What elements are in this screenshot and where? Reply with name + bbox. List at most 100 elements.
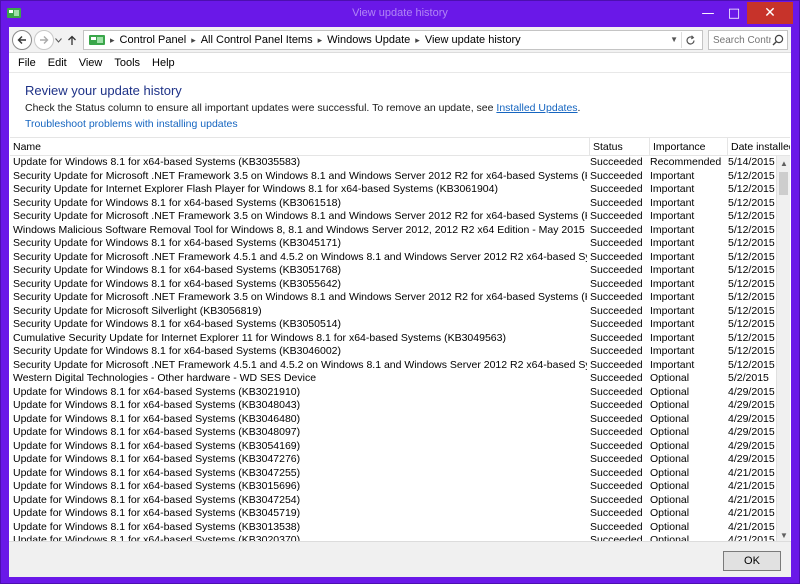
update-importance: Optional <box>650 412 690 425</box>
column-header-status[interactable]: Status <box>590 138 650 156</box>
breadcrumb-control-panel[interactable]: Control Panel <box>120 34 187 46</box>
search-input[interactable] <box>709 31 771 49</box>
update-status: Succeeded <box>590 345 643 357</box>
table-row[interactable]: Security Update for Internet Explorer Fl… <box>10 183 776 197</box>
table-row[interactable]: Western Digital Technologies - Other har… <box>10 372 776 386</box>
table-row[interactable]: Security Update for Windows 8.1 for x64-… <box>10 345 776 359</box>
update-name: Update for Windows 8.1 for x64-based Sys… <box>13 534 301 541</box>
update-name: Update for Windows 8.1 for x64-based Sys… <box>13 412 301 425</box>
menu-edit[interactable]: Edit <box>42 57 73 69</box>
update-name: Update for Windows 8.1 for x64-based Sys… <box>13 493 301 506</box>
update-importance: Important <box>650 331 695 344</box>
table-row[interactable]: Update for Windows 8.1 for x64-based Sys… <box>10 426 776 440</box>
list-rows: Update for Windows 8.1 for x64-based Sys… <box>10 156 776 541</box>
update-date: 4/21/2015 <box>728 480 775 492</box>
table-row[interactable]: Security Update for Microsoft .NET Frame… <box>10 359 776 373</box>
table-row[interactable]: Update for Windows 8.1 for x64-based Sys… <box>10 480 776 494</box>
troubleshoot-link[interactable]: Troubleshoot problems with installing up… <box>25 118 238 130</box>
update-status: Succeeded <box>590 169 643 182</box>
update-importance: Recommended <box>650 156 722 168</box>
update-history-list: Name Status Importance Date installed Up… <box>10 137 790 541</box>
table-row[interactable]: Security Update for Microsoft Silverligh… <box>10 305 776 319</box>
scroll-down-arrow-icon[interactable]: ▼ <box>777 528 790 541</box>
table-row[interactable]: Security Update for Microsoft .NET Frame… <box>10 210 776 224</box>
search-box[interactable] <box>708 30 788 50</box>
menu-help[interactable]: Help <box>146 57 181 69</box>
update-importance: Optional <box>650 385 690 398</box>
update-name: Cumulative Security Update for Internet … <box>13 331 506 344</box>
table-row[interactable]: Update for Windows 8.1 for x64-based Sys… <box>10 453 776 467</box>
table-row[interactable]: Update for Windows 8.1 for x64-based Sys… <box>10 534 776 541</box>
minimize-button[interactable]: — <box>695 2 721 24</box>
forward-button[interactable] <box>34 30 54 50</box>
table-row[interactable]: Update for Windows 8.1 for x64-based Sys… <box>10 440 776 454</box>
update-status: Succeeded <box>590 223 643 236</box>
update-status: Succeeded <box>590 507 643 519</box>
table-row[interactable]: Update for Windows 8.1 for x64-based Sys… <box>10 494 776 508</box>
table-row[interactable]: Security Update for Windows 8.1 for x64-… <box>10 264 776 278</box>
title-bar[interactable]: View update history — □ ✕ <box>1 1 799 27</box>
table-row[interactable]: Cumulative Security Update for Internet … <box>10 332 776 346</box>
breadcrumb-windows-update[interactable]: Windows Update <box>327 34 410 46</box>
close-button[interactable]: ✕ <box>747 2 793 24</box>
update-importance: Optional <box>650 426 690 438</box>
ok-button[interactable]: OK <box>723 551 781 571</box>
menu-file[interactable]: File <box>12 57 42 69</box>
table-row[interactable]: Windows Malicious Software Removal Tool … <box>10 224 776 238</box>
breadcrumb-all-items[interactable]: All Control Panel Items <box>201 34 313 46</box>
update-importance: Optional <box>650 507 690 519</box>
update-date: 5/12/2015 <box>728 250 775 263</box>
update-status: Succeeded <box>590 426 643 438</box>
table-row[interactable]: Security Update for Microsoft .NET Frame… <box>10 170 776 184</box>
table-row[interactable]: Security Update for Microsoft .NET Frame… <box>10 291 776 305</box>
update-name: Security Update for Windows 8.1 for x64-… <box>13 237 341 249</box>
table-row[interactable]: Security Update for Windows 8.1 for x64-… <box>10 237 776 251</box>
scroll-up-arrow-icon[interactable]: ▲ <box>777 156 790 170</box>
maximize-button[interactable]: □ <box>721 2 747 24</box>
update-date: 5/12/2015 <box>728 345 775 357</box>
table-row[interactable]: Update for Windows 8.1 for x64-based Sys… <box>10 507 776 521</box>
column-header-importance[interactable]: Importance <box>650 138 728 156</box>
update-date: 5/12/2015 <box>728 210 775 222</box>
update-name: Security Update for Microsoft .NET Frame… <box>13 291 587 303</box>
update-date: 4/29/2015 <box>728 453 775 465</box>
update-importance: Optional <box>650 534 690 541</box>
table-row[interactable]: Update for Windows 8.1 for x64-based Sys… <box>10 386 776 400</box>
table-row[interactable]: Security Update for Microsoft .NET Frame… <box>10 251 776 265</box>
scrollbar-thumb[interactable] <box>779 172 788 195</box>
refresh-icon <box>686 34 695 44</box>
update-status: Succeeded <box>590 520 643 533</box>
breadcrumb-view-update-history[interactable]: View update history <box>425 34 521 46</box>
menu-view[interactable]: View <box>73 57 109 69</box>
menu-tools[interactable]: Tools <box>108 57 146 69</box>
table-row[interactable]: Update for Windows 8.1 for x64-based Sys… <box>10 413 776 427</box>
update-date: 5/14/2015 <box>728 156 775 168</box>
up-button[interactable] <box>65 30 79 50</box>
vertical-scrollbar[interactable]: ▲ ▼ <box>776 156 790 541</box>
update-date: 5/12/2015 <box>728 318 775 330</box>
update-importance: Optional <box>650 453 690 465</box>
table-row[interactable]: Update for Windows 8.1 for x64-based Sys… <box>10 399 776 413</box>
control-panel-icon <box>89 35 105 45</box>
table-row[interactable]: Security Update for Windows 8.1 for x64-… <box>10 278 776 292</box>
table-row[interactable]: Update for Windows 8.1 for x64-based Sys… <box>10 521 776 535</box>
column-header-date-installed[interactable]: Date installed <box>728 138 790 156</box>
table-row[interactable]: Security Update for Windows 8.1 for x64-… <box>10 197 776 211</box>
update-status: Succeeded <box>590 493 643 506</box>
table-row[interactable]: Update for Windows 8.1 for x64-based Sys… <box>10 156 776 170</box>
column-header-name[interactable]: Name <box>10 138 590 156</box>
recent-locations-button[interactable] <box>52 30 64 50</box>
update-date: 5/2/2015 <box>728 372 769 384</box>
update-importance: Important <box>650 277 695 290</box>
back-button[interactable] <box>12 30 32 50</box>
table-row[interactable]: Update for Windows 8.1 for x64-based Sys… <box>10 467 776 481</box>
installed-updates-link[interactable]: Installed Updates <box>496 102 577 114</box>
address-field[interactable]: ▸ Control Panel ▸ All Control Panel Item… <box>83 30 703 50</box>
update-date: 4/29/2015 <box>728 399 775 411</box>
update-status: Succeeded <box>590 264 643 276</box>
refresh-button[interactable] <box>681 32 699 48</box>
table-row[interactable]: Security Update for Windows 8.1 for x64-… <box>10 318 776 332</box>
magnifier-icon[interactable] <box>772 34 784 46</box>
update-date: 5/12/2015 <box>728 196 775 209</box>
address-dropdown-icon[interactable]: ▼ <box>670 35 678 44</box>
